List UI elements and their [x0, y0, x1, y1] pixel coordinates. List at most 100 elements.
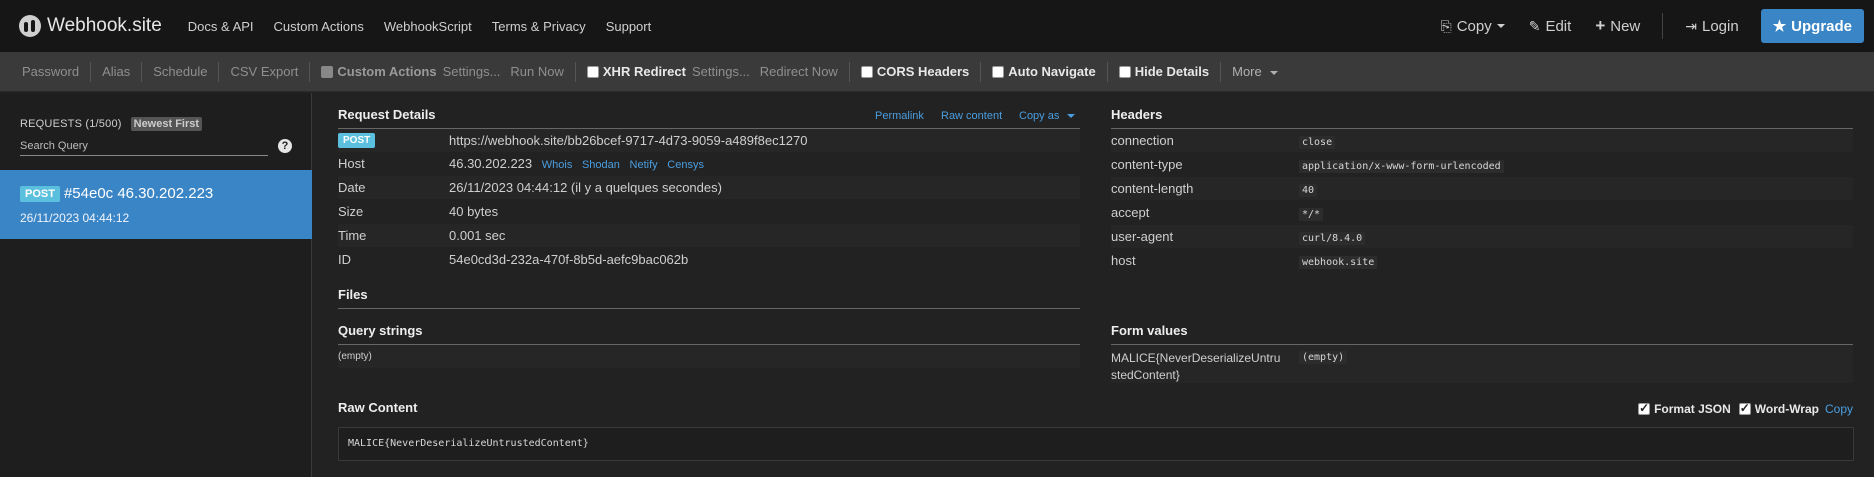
custom-actions-checkbox[interactable] [321, 65, 334, 78]
query-strings-title: Query strings [338, 323, 423, 338]
header-value-wrap: 40 [1299, 181, 1318, 197]
webhook-logo-icon [19, 15, 41, 37]
alias-button[interactable]: Alias [91, 64, 141, 79]
header-row: host webhook.site [1111, 249, 1853, 272]
format-json-label: Format JSON [1654, 402, 1731, 416]
raw-content-body: MALICE{NeverDeserializeUntrustedContent} [348, 438, 589, 449]
form-value-key-line: stedContent} [1111, 368, 1180, 382]
auto-navigate-checkbox[interactable] [992, 65, 1005, 78]
top-navbar: Webhook.site Docs & API Custom Actions W… [0, 0, 1874, 52]
auto-navigate-toggle[interactable]: Auto Navigate [981, 64, 1106, 79]
format-json-checkbox[interactable] [1638, 401, 1651, 415]
word-wrap-checkbox[interactable] [1738, 401, 1751, 415]
form-values-title: Form values [1111, 323, 1188, 338]
cors-headers-toggle[interactable]: CORS Headers [850, 64, 980, 79]
cors-headers-checkbox[interactable] [860, 65, 873, 78]
login-button[interactable]: ⇥ Login [1685, 18, 1738, 35]
query-strings-row: (empty) [338, 345, 1080, 368]
censys-link[interactable]: Censys [667, 159, 704, 171]
host-row: Host 46.30.202.223 Whois Shodan Netify C… [338, 152, 1080, 175]
time-row: Time 0.001 sec [338, 224, 1080, 247]
nav-divider [1662, 13, 1664, 39]
plus-icon: + [1595, 16, 1606, 35]
brand[interactable]: Webhook.site [19, 0, 162, 52]
copy-menu-button[interactable]: ⎘ Copy [1440, 17, 1505, 35]
netify-link[interactable]: Netify [630, 159, 658, 171]
raw-content-options: Format JSON Word-Wrap Copy [1630, 401, 1853, 416]
size-row: Size 40 bytes [338, 200, 1080, 223]
edit-button[interactable]: ✎ Edit [1529, 18, 1572, 35]
header-row: content-type application/x-www-form-urle… [1111, 153, 1853, 176]
nav-custom-actions[interactable]: Custom Actions [274, 19, 364, 34]
raw-content-link[interactable]: Raw content [941, 110, 1002, 122]
shodan-link[interactable]: Shodan [582, 159, 620, 171]
header-key: content-type [1111, 157, 1183, 172]
host-ip: 46.30.202.223 [449, 156, 533, 171]
copy-raw-button[interactable]: Copy [1825, 402, 1853, 416]
webhook-url-link[interactable]: https://webhook.site/bb26bcef-9717-4d73-… [449, 133, 808, 148]
id-label: ID [338, 252, 351, 267]
headers-title: Headers [1111, 107, 1163, 122]
date-value: 26/11/2023 04:44:12 (il y a quelques sec… [449, 180, 722, 195]
more-label: More [1232, 64, 1262, 79]
more-menu-button[interactable]: More [1221, 64, 1289, 79]
redirect-now-button[interactable]: Redirect Now [750, 64, 849, 79]
request-item-title: #54e0c 46.30.202.223 [63, 185, 214, 202]
help-icon[interactable]: ? [278, 139, 292, 153]
header-value-wrap: curl/8.4.0 [1299, 229, 1366, 245]
sort-order-toggle[interactable]: Newest First [130, 117, 203, 131]
form-value-key-line: MALICE{NeverDeserializeUntru [1111, 351, 1281, 365]
query-strings-empty: (empty) [338, 351, 372, 362]
header-value-wrap: webhook.site [1299, 253, 1378, 269]
request-url-row: POST https://webhook.site/bb26bcef-9717-… [338, 129, 1080, 152]
chevron-down-icon [1496, 24, 1505, 28]
nav-support[interactable]: Support [606, 19, 652, 34]
hide-details-checkbox[interactable] [1118, 65, 1131, 78]
new-button[interactable]: + New [1595, 16, 1640, 36]
upgrade-button[interactable]: ★ Upgrade [1760, 9, 1864, 43]
header-key: user-agent [1111, 229, 1174, 244]
copy-icon: ⎘ [1440, 17, 1452, 34]
request-details-title: Request Details [338, 107, 436, 122]
brand-name: Webhook.site [47, 15, 162, 36]
request-detail-panel: Request Details Permalink Raw content Co… [313, 93, 1874, 477]
nav-right: ⎘ Copy ✎ Edit + New ⇥ Login ★ Upgrade [1410, 0, 1874, 52]
password-button[interactable]: Password [0, 64, 90, 79]
copy-label: Copy [1456, 17, 1492, 35]
nav-webhookscript[interactable]: WebhookScript [384, 19, 472, 34]
form-value-key: MALICE{NeverDeserializeUntru stedContent… [1111, 350, 1280, 384]
xhr-settings-button[interactable]: Settings... [686, 64, 750, 79]
whois-link[interactable]: Whois [542, 159, 573, 171]
word-wrap-toggle[interactable]: Word-Wrap [1738, 401, 1819, 416]
csv-export-button[interactable]: CSV Export [219, 64, 309, 79]
header-value: webhook.site [1299, 256, 1378, 269]
host-label: Host [338, 156, 365, 171]
copy-as-label: Copy as [1019, 110, 1060, 122]
custom-actions-settings-button[interactable]: Settings... [437, 64, 501, 79]
new-label: New [1610, 17, 1641, 35]
custom-actions-toggle[interactable]: Custom Actions [310, 64, 437, 79]
hide-details-toggle[interactable]: Hide Details [1108, 64, 1220, 79]
nav-terms-privacy[interactable]: Terms & Privacy [492, 19, 586, 34]
id-value: 54e0cd3d-232a-470f-8b5d-aefc9bac062b [449, 252, 689, 267]
format-json-toggle[interactable]: Format JSON [1638, 401, 1731, 416]
run-now-button[interactable]: Run Now [500, 64, 574, 79]
requests-sidebar: REQUESTS (1/500) Newest First ? POST #54… [0, 93, 312, 477]
header-row: connection close [1111, 129, 1853, 152]
copy-as-menu[interactable]: Copy as [1019, 110, 1076, 122]
raw-content-box[interactable]: MALICE{NeverDeserializeUntrustedContent} [338, 427, 1854, 461]
request-list-item[interactable]: POST #54e0c 46.30.202.223 26/11/2023 04:… [0, 170, 312, 239]
schedule-button[interactable]: Schedule [142, 64, 218, 79]
permalink-link[interactable]: Permalink [875, 110, 924, 122]
date-row: Date 26/11/2023 04:44:12 (il y a quelque… [338, 176, 1080, 199]
xhr-redirect-checkbox[interactable] [586, 65, 599, 78]
nav-docs-api[interactable]: Docs & API [188, 19, 254, 34]
login-icon: ⇥ [1685, 17, 1697, 34]
form-value-empty: (empty) [1299, 351, 1348, 364]
search-input[interactable] [20, 136, 268, 156]
xhr-redirect-toggle[interactable]: XHR Redirect [576, 64, 686, 79]
nav-links: Docs & API Custom Actions WebhookScript … [188, 19, 671, 34]
cors-headers-label: CORS Headers [876, 64, 970, 79]
method-badge: POST [20, 185, 60, 202]
header-value: application/x-www-form-urlencoded [1299, 160, 1504, 173]
